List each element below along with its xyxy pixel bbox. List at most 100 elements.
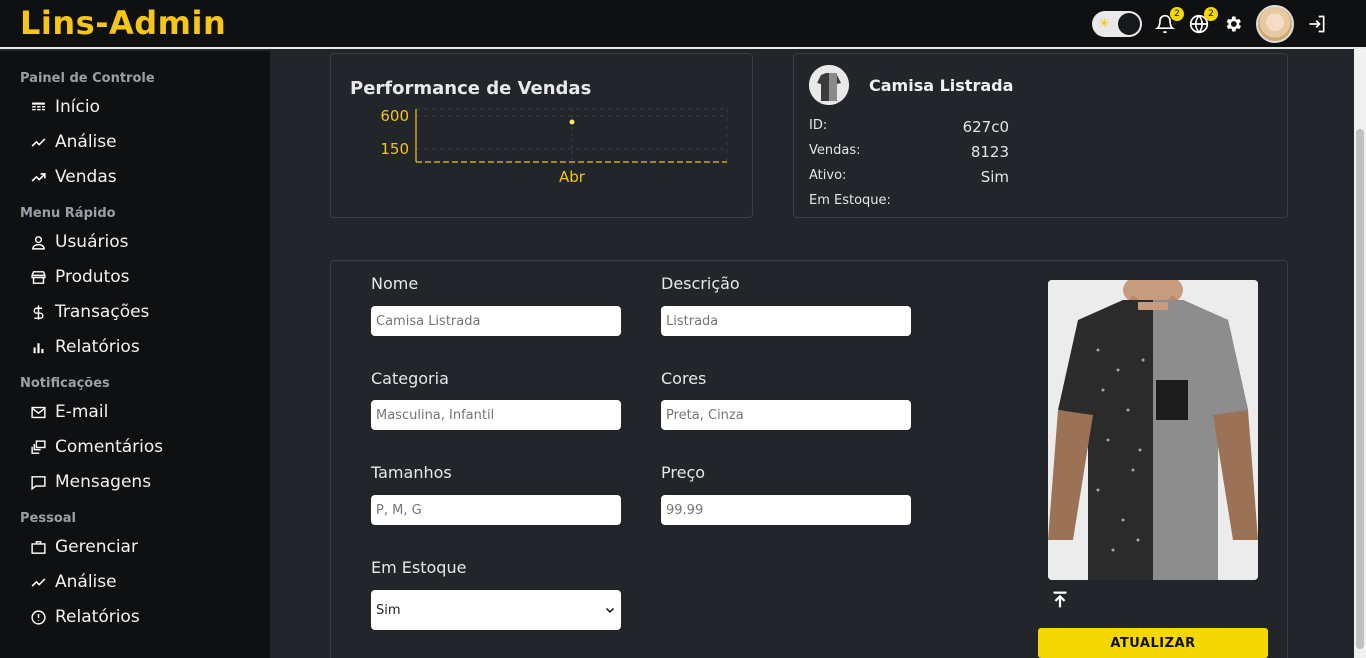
id-label: ID: — [809, 118, 828, 133]
descricao-label: Descrição — [661, 274, 740, 293]
language-button[interactable]: 2 — [1188, 7, 1218, 35]
store-icon — [31, 270, 46, 284]
preco-input[interactable] — [661, 495, 911, 525]
logout-button[interactable] — [1306, 13, 1328, 35]
sidebar-item-analise-pessoal[interactable]: Análise — [30, 569, 117, 595]
estoque-selected-value: Sim — [376, 602, 401, 618]
sidebar-item-transacoes[interactable]: Transações — [30, 299, 149, 325]
theme-toggle[interactable]: ☀ — [1092, 11, 1142, 37]
sidebar-item-inicio[interactable]: Início — [30, 94, 100, 120]
sidebar-item-relatorios[interactable]: Relatórios — [30, 334, 140, 360]
sidebar-item-label: Mensagens — [55, 472, 152, 492]
sidebar-section-title: Painel de Controle — [20, 71, 155, 86]
mail-icon — [31, 406, 46, 418]
tamanhos-input[interactable] — [371, 495, 621, 525]
product-info-card: Camisa Listrada ID: 627c0 Vendas: 8123 A… — [793, 53, 1288, 218]
sidebar-item-label: Relatórios — [55, 607, 140, 627]
tshirt-image — [1048, 280, 1258, 580]
notifications-button[interactable]: 2 — [1154, 7, 1184, 35]
x-tick-label: Abr — [559, 168, 586, 186]
sidebar-item-vendas[interactable]: Vendas — [30, 164, 117, 190]
sidebar-item-email[interactable]: E-mail — [30, 399, 108, 425]
cores-input[interactable] — [661, 400, 911, 430]
sidebar-section-title: Pessoal — [20, 511, 76, 526]
sales-chart: 600 150 Abr — [380, 107, 728, 186]
chevron-down-icon — [605, 607, 615, 614]
language-badge: 2 — [1204, 7, 1218, 21]
sidebar-item-gerenciar[interactable]: Gerenciar — [30, 534, 138, 560]
sidebar-item-mensagens[interactable]: Mensagens — [30, 469, 151, 495]
sidebar-item-label: Análise — [55, 132, 117, 152]
sidebar-item-label: Início — [55, 97, 100, 117]
active-value: Sim — [980, 168, 1009, 186]
sidebar-item-label: Produtos — [55, 267, 130, 287]
sidebar-section-title: Menu Rápido — [20, 206, 116, 221]
sidebar-section-title: Notificações — [20, 376, 110, 391]
alert-circle-icon — [31, 609, 46, 625]
toggle-knob — [1118, 13, 1140, 35]
estoque-select[interactable]: Sim — [371, 590, 621, 630]
cores-label: Cores — [661, 369, 707, 388]
preco-label: Preço — [661, 463, 706, 482]
sun-icon: ☀ — [1098, 16, 1111, 32]
categoria-input[interactable] — [371, 400, 621, 430]
sidebar-item-label: Transações — [55, 302, 150, 322]
active-label: Ativo: — [809, 168, 847, 183]
dollar-icon — [33, 304, 44, 320]
scrollbar-thumb[interactable] — [1356, 129, 1364, 649]
tshirt-thumbnail-image — [809, 65, 849, 105]
in-stock-label: Em Estoque: — [809, 193, 891, 208]
nome-input[interactable] — [371, 306, 621, 336]
sidebar-item-label: Comentários — [55, 437, 164, 457]
sidebar-item-label: E-mail — [55, 402, 109, 422]
sales-label: Vendas: — [809, 143, 861, 158]
id-value: 627c0 — [962, 118, 1009, 136]
estoque-label: Em Estoque — [371, 558, 467, 577]
header-actions: ☀ 2 2 — [1092, 5, 1328, 43]
upload-icon — [1053, 591, 1067, 608]
user-icon — [32, 235, 45, 250]
top-bar: Lins-Admin ☀ 2 2 — [0, 0, 1366, 49]
sidebar-item-produtos[interactable]: Produtos — [30, 264, 129, 290]
sidebar-item-label: Análise — [55, 572, 117, 592]
scrollbar[interactable] — [1354, 49, 1366, 658]
upload-button[interactable] — [1049, 589, 1071, 611]
sidebar-item-label: Relatórios — [55, 337, 140, 357]
sidebar-item-label: Usuários — [55, 232, 129, 252]
briefcase-icon — [31, 540, 46, 554]
sidebar-item-analise[interactable]: Análise — [30, 129, 117, 155]
bar-chart-icon — [33, 342, 44, 353]
y-tick-label: 150 — [380, 140, 409, 158]
categoria-label: Categoria — [371, 369, 449, 388]
sidebar-item-relatorios-pessoal[interactable]: Relatórios — [30, 604, 140, 630]
gear-icon — [1226, 16, 1241, 32]
sidebar: Painel de Controle Início Análise Vendas… — [0, 51, 270, 658]
descricao-input[interactable] — [661, 306, 911, 336]
chat-icon — [31, 475, 46, 490]
logout-icon — [1309, 15, 1325, 33]
trending-up-icon — [31, 577, 46, 587]
notifications-badge: 2 — [1170, 7, 1184, 21]
comments-icon — [31, 439, 46, 454]
sidebar-item-label: Gerenciar — [55, 537, 138, 557]
update-button[interactable]: ATUALIZAR — [1038, 628, 1268, 658]
sidebar-item-label: Vendas — [55, 167, 117, 187]
data-point — [568, 118, 576, 126]
nome-label: Nome — [371, 274, 419, 293]
product-image — [1048, 280, 1258, 580]
dashboard-icon — [32, 102, 45, 110]
product-name: Camisa Listrada — [869, 76, 1014, 95]
sidebar-item-usuarios[interactable]: Usuários — [30, 229, 128, 255]
sales-performance-card: Performance de Vendas 600 150 Abr — [330, 53, 753, 218]
trending-up-icon — [31, 172, 46, 182]
settings-button[interactable] — [1222, 13, 1244, 35]
app-logo[interactable]: Lins-Admin — [20, 4, 226, 42]
product-thumbnail — [809, 65, 849, 105]
sales-value: 8123 — [970, 143, 1009, 161]
user-avatar[interactable] — [1256, 5, 1294, 43]
y-tick-label: 600 — [380, 107, 409, 125]
sidebar-item-comentarios[interactable]: Comentários — [30, 434, 163, 460]
tamanhos-label: Tamanhos — [371, 463, 452, 482]
product-edit-form: Nome Descrição Categoria Cores Tamanhos … — [330, 260, 1288, 658]
trending-up-icon — [31, 137, 46, 147]
